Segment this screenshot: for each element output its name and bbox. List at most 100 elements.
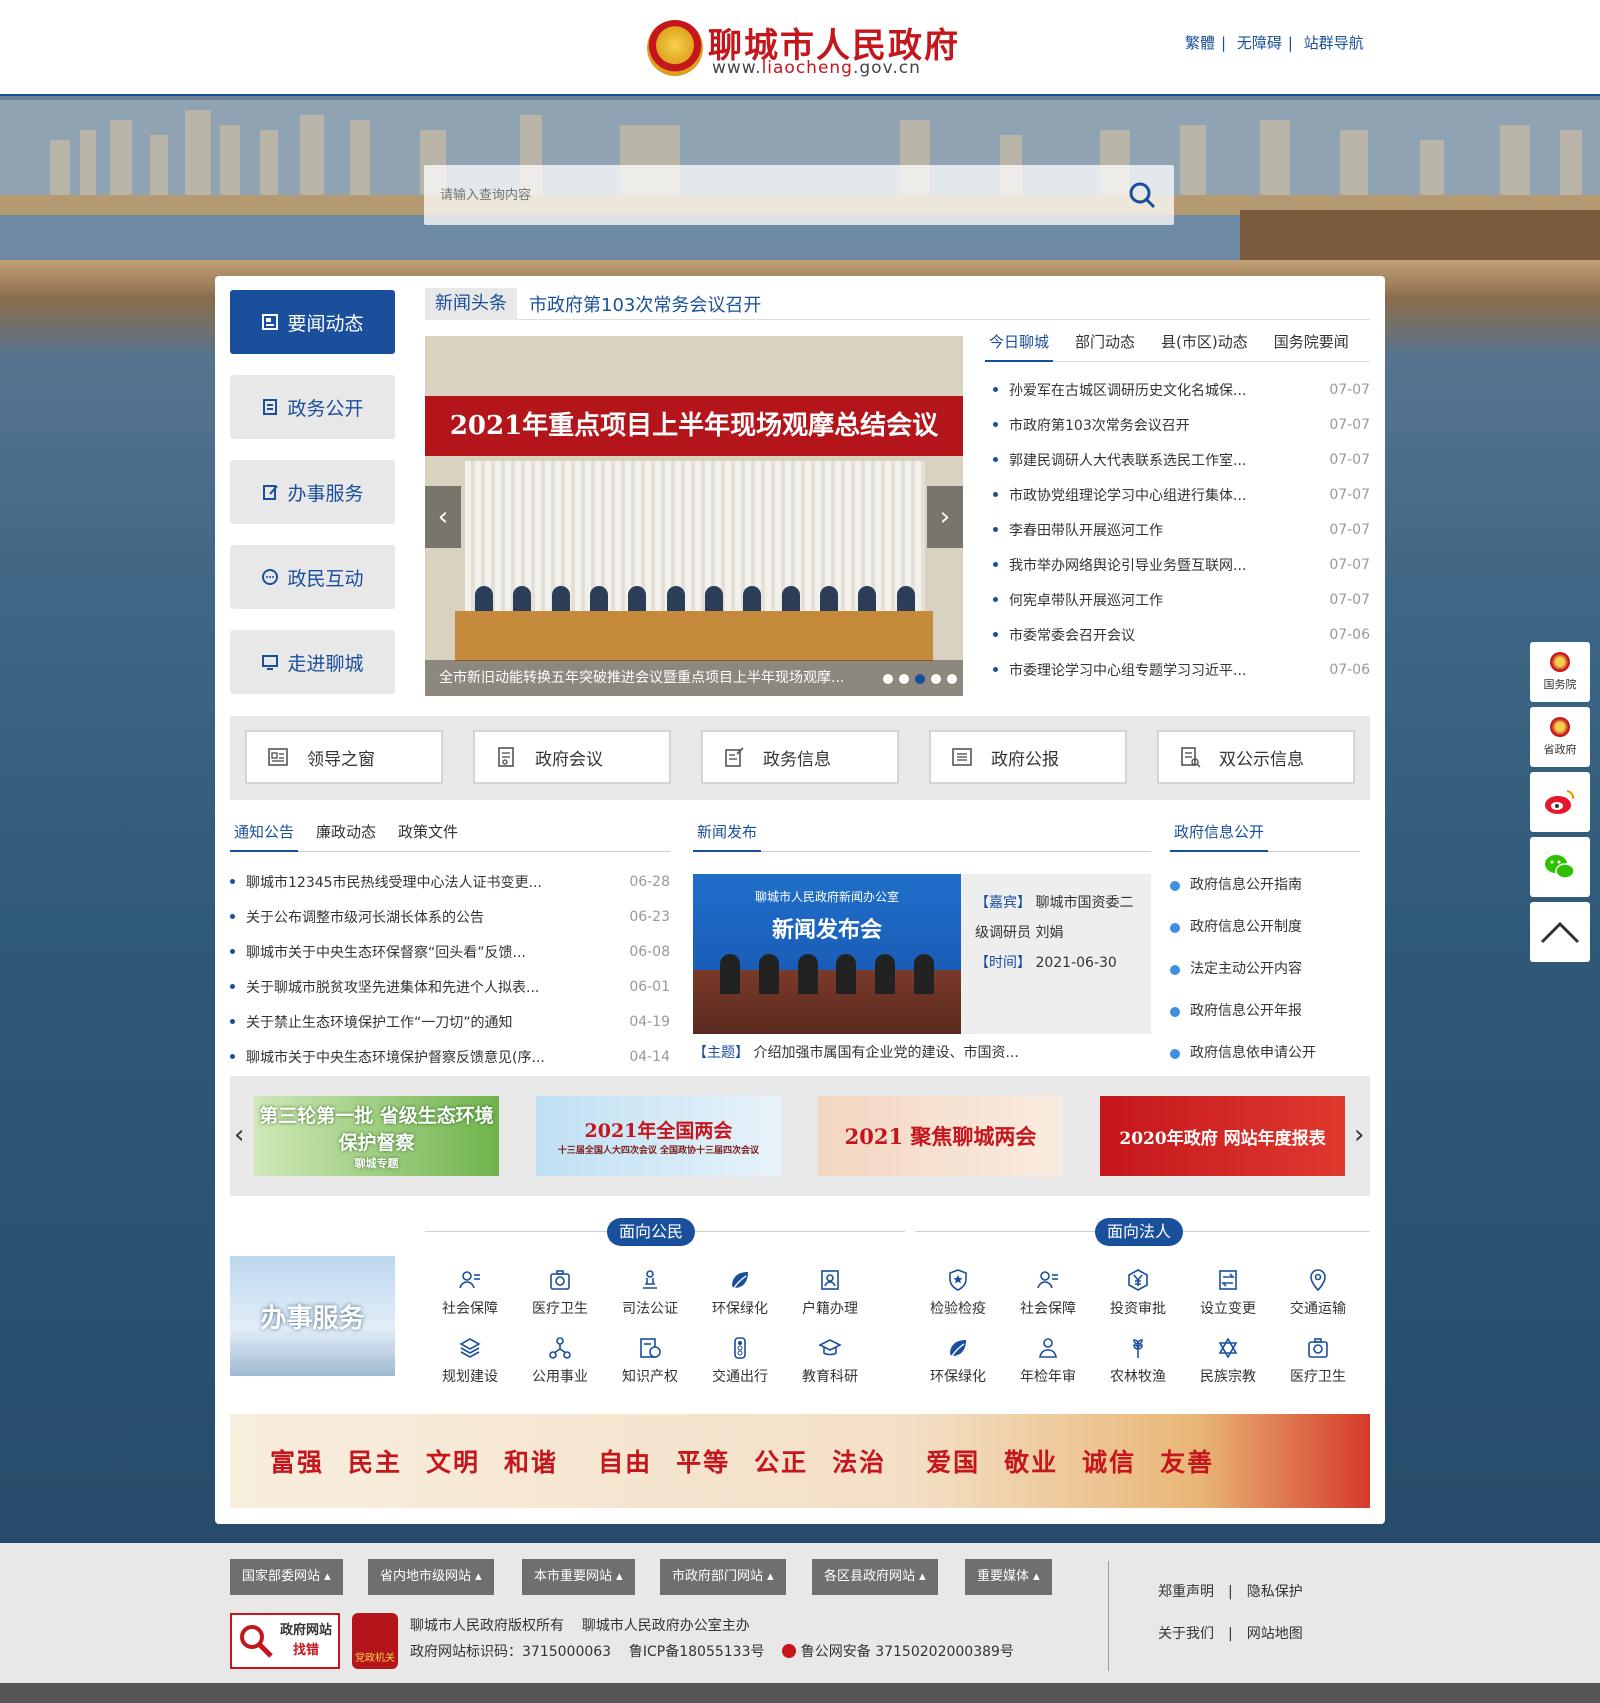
carousel-dot[interactable] [931, 674, 941, 684]
find-error-button[interactable]: 政府网站 找错 [230, 1613, 340, 1669]
list-item[interactable]: 法定主动公开内容 [1170, 954, 1360, 996]
service-education[interactable]: 教育科研 [795, 1336, 865, 1386]
press-topic[interactable]: 【主题】 介绍加强市属国有企业党的建设、市国资... [693, 1042, 1151, 1062]
list-item[interactable]: 何宪卓带队开展巡河工作 07-07 [993, 582, 1370, 617]
gov-info-button[interactable]: 政务信息 [701, 730, 899, 784]
services-image[interactable]: 办事服务 [230, 1256, 395, 1376]
about-us-link[interactable]: 关于我们 [1158, 1626, 1214, 1642]
footer-menu-city-sites[interactable]: 本市重要网站 ▴ [522, 1559, 635, 1595]
press-release-card[interactable]: 聊城市人民政府新闻办公室 新闻发布会 【嘉宾】 聊城市国资委二级调研员 刘娟 【… [693, 874, 1151, 1034]
service-ip[interactable]: 知识产权 [615, 1336, 685, 1386]
core-values-banner[interactable]: 富强 民主 文明 和谐 自由 平等 公正 法治 爱国 敬业 诚信 友善 [230, 1414, 1370, 1508]
leader-window-button[interactable]: 领导之窗 [245, 730, 443, 784]
service-legal-social-security[interactable]: 社会保障 [1013, 1268, 1083, 1318]
sidenav-services[interactable]: 办事服务 [230, 460, 395, 524]
sidenav-about-city[interactable]: 走进聊城 [230, 630, 395, 694]
sidenav-interaction[interactable]: 政民互动 [230, 545, 395, 609]
sidenav-news[interactable]: 要闻动态 [230, 290, 395, 354]
list-item[interactable]: 关于禁止生态环境保护工作“一刀切”的通知 04-19 [230, 1004, 670, 1039]
service-legal-environment[interactable]: 环保绿化 [923, 1336, 993, 1386]
banner-liaocheng-two-sessions[interactable]: 2021 聚焦聊城两会 [818, 1096, 1063, 1176]
weibo-link[interactable] [1530, 772, 1590, 832]
carousel-dot[interactable] [883, 674, 893, 684]
carousel-dot[interactable] [947, 674, 957, 684]
service-transport[interactable]: 交通运输 [1283, 1268, 1353, 1318]
press-conference-image[interactable]: 聊城市人民政府新闻办公室 新闻发布会 [693, 874, 961, 1034]
state-council-link[interactable]: 国务院 [1530, 642, 1590, 702]
wechat-link[interactable] [1530, 837, 1590, 897]
list-item[interactable]: 政府信息公开年报 [1170, 996, 1360, 1038]
tab-state-council-news[interactable]: 国务院要闻 [1270, 326, 1353, 362]
footer-menu-province-cities[interactable]: 省内地市级网站 ▴ [368, 1559, 494, 1595]
service-ethnic-religion[interactable]: 民族宗教 [1193, 1336, 1263, 1386]
news-carousel[interactable]: 2021年重点项目上半年现场观摩总结会议 ‹ › 全市新旧动能转换五年突破推进会… [425, 336, 963, 696]
footer-menu-media[interactable]: 重要媒体 ▴ [965, 1559, 1052, 1595]
accessibility-link[interactable]: 无障碍 [1237, 34, 1282, 52]
list-item[interactable]: 聊城市关于中央生态环境保护督察反馈意见(序... 04-14 [230, 1039, 670, 1074]
carousel-next-button[interactable]: › [927, 486, 963, 548]
banner-eco-inspection[interactable]: 第三轮第一批 省级生态环境保护督察 聊城专题 [254, 1096, 499, 1176]
gov-meeting-button[interactable]: 政府会议 [473, 730, 671, 784]
carousel-prev-button[interactable]: ‹ [425, 486, 461, 548]
back-to-top-button[interactable] [1530, 902, 1590, 962]
list-item[interactable]: 李春田带队开展巡河工作 07-07 [993, 512, 1370, 547]
service-household[interactable]: 户籍办理 [795, 1268, 865, 1318]
tab-info-open[interactable]: 政府信息公开 [1170, 816, 1269, 852]
service-inspection[interactable]: 检验检疫 [923, 1268, 993, 1318]
headline-link[interactable]: 市政府第103次常务会议召开 [529, 291, 761, 317]
tab-department-news[interactable]: 部门动态 [1071, 326, 1139, 362]
service-registration-change[interactable]: 设立变更 [1193, 1268, 1263, 1318]
list-item[interactable]: 我市举办网络舆论引导业务暨互联网... 07-07 [993, 547, 1370, 582]
service-planning[interactable]: 规划建设 [435, 1336, 505, 1386]
banner-prev-icon[interactable]: ‹ [234, 1120, 244, 1150]
privacy-link[interactable]: 隐私保护 [1247, 1584, 1303, 1600]
service-annual-inspection[interactable]: 年检年审 [1013, 1336, 1083, 1386]
list-item[interactable]: 政府信息公开制度 [1170, 912, 1360, 954]
list-item[interactable]: 市政协党组理论学习中心组进行集体... 07-07 [993, 477, 1370, 512]
carousel-dot-active[interactable] [915, 674, 925, 684]
banner-next-icon[interactable]: › [1354, 1120, 1364, 1150]
sidenav-gov-affairs[interactable]: 政务公开 [230, 375, 395, 439]
list-item[interactable]: 政府信息依申请公开 [1170, 1038, 1360, 1080]
search-input[interactable] [424, 165, 1084, 225]
service-justice[interactable]: 司法公证 [615, 1268, 685, 1318]
service-social-security[interactable]: 社会保障 [435, 1268, 505, 1318]
list-item[interactable]: 聊城市关于中央生态环保督察“回头看”反馈... 06-08 [230, 934, 670, 969]
list-item[interactable]: 政府信息公开指南 [1170, 870, 1360, 912]
tab-notices[interactable]: 通知公告 [230, 816, 299, 852]
list-item[interactable]: 市委常委会召开会议 07-06 [993, 617, 1370, 652]
service-legal-medical[interactable]: 医疗卫生 [1283, 1336, 1353, 1386]
search-icon[interactable] [1128, 181, 1156, 209]
tab-policy-documents[interactable]: 政策文件 [394, 816, 462, 852]
site-group-nav-link[interactable]: 站群导航 [1304, 34, 1364, 52]
list-item[interactable]: 关于聊城市脱贫攻坚先进集体和先进个人拟表... 06-01 [230, 969, 670, 1004]
list-item[interactable]: 孙爱军在古城区调研历史文化名城保... 07-07 [993, 372, 1370, 407]
tab-press-release[interactable]: 新闻发布 [693, 816, 762, 852]
list-item[interactable]: 市政府第103次常务会议召开 07-07 [993, 407, 1370, 442]
traditional-chinese-link[interactable]: 繁體 [1185, 34, 1215, 52]
carousel-dot[interactable] [899, 674, 909, 684]
list-item[interactable]: 郭建民调研人大代表联系选民工作室... 07-07 [993, 442, 1370, 477]
double-publicity-button[interactable]: 双公示信息 [1157, 730, 1355, 784]
list-item[interactable]: 市委理论学习中心组专题学习习近平... 07-06 [993, 652, 1370, 687]
province-gov-link[interactable]: 省政府 [1530, 707, 1590, 767]
legal-services-title[interactable]: 面向法人 [1095, 1218, 1184, 1246]
service-agriculture[interactable]: 农林牧渔 [1103, 1336, 1173, 1386]
service-investment[interactable]: 投资审批 [1103, 1268, 1173, 1318]
sitemap-link[interactable]: 网站地图 [1247, 1626, 1303, 1642]
service-medical[interactable]: 医疗卫生 [525, 1268, 595, 1318]
footer-menu-departments[interactable]: 市政府部门网站 ▴ [660, 1559, 786, 1595]
list-item[interactable]: 关于公布调整市级河长湖长体系的公告 06-23 [230, 899, 670, 934]
footer-menu-ministries[interactable]: 国家部委网站 ▴ [230, 1559, 343, 1595]
tab-today-liaocheng[interactable]: 今日聊城 [985, 326, 1054, 362]
service-utilities[interactable]: 公用事业 [525, 1336, 595, 1386]
party-gov-badge[interactable]: 党政机关 [352, 1613, 398, 1669]
tab-integrity-news[interactable]: 廉政动态 [312, 816, 380, 852]
service-traffic[interactable]: 交通出行 [705, 1336, 775, 1386]
tab-county-news[interactable]: 县(市区)动态 [1157, 326, 1252, 362]
list-item[interactable]: 聊城市12345市民热线受理中心法人证书变更... 06-28 [230, 864, 670, 899]
service-environment[interactable]: 环保绿化 [705, 1268, 775, 1318]
citizen-services-title[interactable]: 面向公民 [607, 1218, 696, 1246]
banner-national-two-sessions[interactable]: 2021年全国两会 十三届全国人大四次会议 全国政协十三届四次会议 [536, 1096, 781, 1176]
gov-bulletin-button[interactable]: 政府公报 [929, 730, 1127, 784]
